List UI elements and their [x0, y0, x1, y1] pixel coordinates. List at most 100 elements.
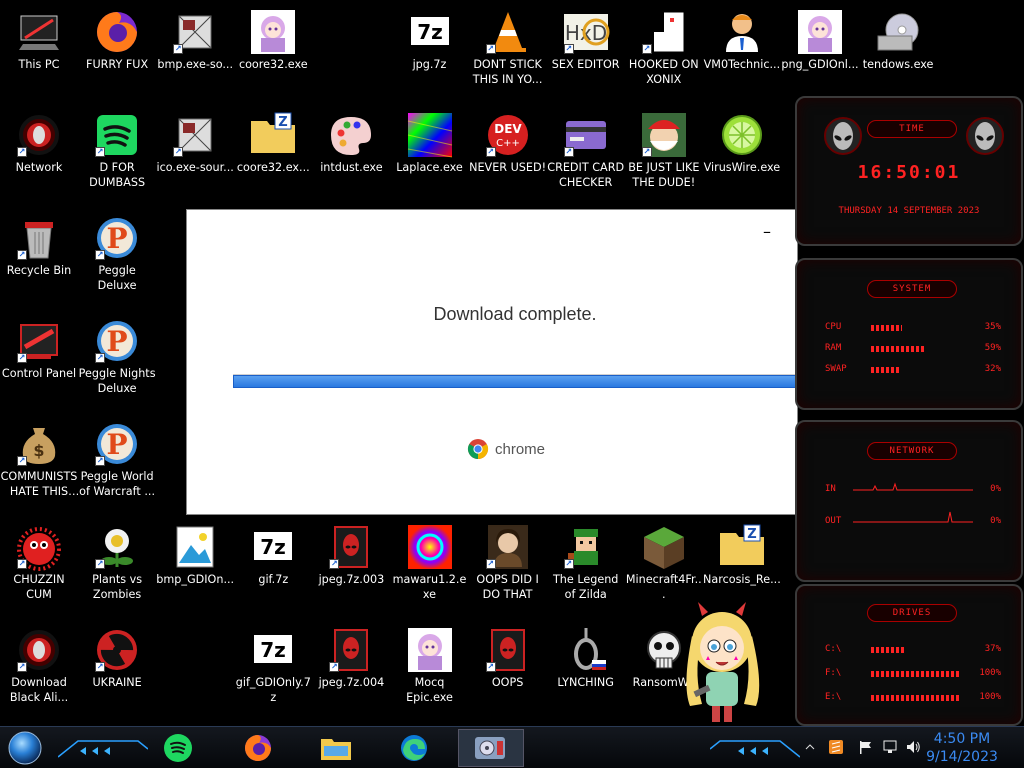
drive-stat-label: C:\	[825, 644, 842, 654]
svg-text:Z: Z	[747, 527, 756, 542]
santa-icon: ↗	[640, 111, 688, 159]
desktop-icon[interactable]: DEV C++ ↗ NEVER USED!	[469, 103, 547, 201]
sublime-icon[interactable]	[828, 739, 844, 755]
desktop-icon[interactable]: Laplace.exe	[391, 103, 469, 201]
shortcut-arrow-icon: ↗	[485, 559, 496, 569]
desktop-icon-label: OOPS	[491, 676, 524, 689]
desktop-icon[interactable]: mawaru1.2.exe	[391, 515, 469, 613]
desktop-icon[interactable]: ↗ jpeg.7z.003	[312, 515, 390, 613]
desktop-icon[interactable]: ↗ CREDIT CARD CHECKER	[547, 103, 625, 201]
start-button[interactable]	[6, 729, 44, 767]
xonix-game-icon: ↗	[640, 8, 688, 56]
rainbow-noise-icon	[406, 111, 454, 159]
desktop-icon[interactable]: 7z jpg.7z	[391, 0, 469, 98]
desktop-icon[interactable]: ↗ ico.exe-sour...	[156, 103, 234, 201]
shortcut-arrow-icon: ↗	[17, 662, 27, 672]
desktop-icon[interactable]: ↗ Control Panel	[0, 309, 78, 407]
taskbar-media-player[interactable]	[458, 729, 524, 767]
desktop-icon[interactable]: ↗ The Legend of Zilda	[547, 515, 625, 613]
shortcut-arrow-icon: ↗	[17, 456, 27, 466]
desktop-icon[interactable]: VM0Technic...	[703, 0, 781, 98]
download-status-text: Download complete.	[433, 304, 597, 324]
system-stat-label: CPU	[825, 322, 842, 332]
alien-head-icon	[966, 117, 1004, 155]
desktop-icon[interactable]: ↗ bmp.exe-so...	[156, 0, 234, 98]
desktop-icon[interactable]: ↗ DONT STICK THIS IN YO...	[469, 0, 547, 98]
desktop-icon[interactable]: ↗ Recycle Bin	[0, 206, 78, 304]
desktop-icon[interactable]: ↗ BE JUST LIKE THE DUDE!	[625, 103, 703, 201]
desktop-icon[interactable]: VirusWire.exe	[703, 103, 781, 201]
tray-chevron-icon[interactable]	[802, 739, 818, 755]
desktop-icon-label: HOOKED ON XONIX	[628, 58, 699, 86]
alienware-file-icon: ↗	[484, 626, 532, 674]
taskbar-clock[interactable]: 4:50 PM 9/14/2023	[922, 727, 1002, 766]
desktop-icon-label: bmp_GDIOn...	[156, 573, 235, 586]
desktop-icon[interactable]: ↗ HOOKED ON XONIX	[625, 0, 703, 98]
taskbar-edge[interactable]	[396, 730, 432, 766]
desktop-icon[interactable]: Zcoore32.ex...	[234, 103, 312, 201]
minimize-button[interactable]: –	[759, 224, 775, 240]
desktop-icon[interactable]: HxD ↗ SEX EDITOR	[547, 0, 625, 98]
desktop-icon[interactable]: intdust.exe	[312, 103, 390, 201]
taskbar-file-explorer[interactable]	[318, 730, 354, 766]
flag-icon[interactable]	[858, 739, 874, 755]
network-in-graph	[853, 482, 973, 491]
desktop-icon-label: COMMUNISTS HATE THIS G...	[0, 470, 78, 498]
firefox-icon	[245, 735, 271, 761]
desktop-icon[interactable]: ↗ jpeg.7z.004	[312, 618, 390, 716]
volume-icon[interactable]	[905, 739, 921, 755]
taskbar-firefox[interactable]	[240, 730, 276, 766]
spotify-icon: ↗	[93, 111, 141, 159]
desktop-icon[interactable]: 7z gif_GDIOnly.7z	[234, 618, 312, 716]
alienware-file-icon: ↗	[327, 626, 375, 674]
desktop-icon[interactable]: bmp_GDIOn...	[156, 515, 234, 613]
desktop-icon[interactable]: P ↗ Peggle Nights Deluxe	[78, 309, 156, 407]
desktop-icon[interactable]: ↗ UKRAINE	[78, 618, 156, 716]
network-orb-icon: ↗	[15, 626, 63, 674]
taskbar-spotify[interactable]	[160, 730, 196, 766]
desktop-icon[interactable]: Mocq Epic.exe	[391, 618, 469, 716]
desktop-icon[interactable]: coore32.exe	[234, 0, 312, 98]
desktop-icon[interactable]: 7z gif.7z	[234, 515, 312, 613]
shortcut-arrow-icon: ↗	[173, 44, 184, 54]
7z-archive-icon: 7z	[406, 8, 454, 56]
desktop-icon-label: FURRY FUX	[86, 58, 149, 71]
download-progress-bar	[233, 374, 799, 388]
system-stat-value: 32%	[984, 364, 1001, 374]
desktop-icon[interactable]: $↗COMMUNISTS HATE THIS G...	[0, 412, 78, 510]
desktop-icon[interactable]: ↗ OOPS DID I DO THAT	[469, 515, 547, 613]
desktop-icon[interactable]: P ↗ Peggle Deluxe	[78, 206, 156, 304]
peggle-icon: P ↗	[93, 214, 141, 262]
desktop-icon[interactable]: ↗ D FOR DUMBASS	[78, 103, 156, 201]
chuzzle-icon: ↗	[15, 523, 63, 571]
minecraft-icon	[640, 523, 688, 571]
network-widget-caption: NETWORK	[867, 442, 957, 460]
radiation-icon: ↗	[93, 626, 141, 674]
desktop-icon[interactable]: P ↗ Peggle World of Warcraft ...	[78, 412, 156, 510]
desktop-icon-label: BE JUST LIKE THE DUDE!	[628, 161, 700, 189]
shortcut-arrow-icon: ↗	[95, 147, 106, 157]
credit-card-icon: ↗	[562, 111, 610, 159]
shortcut-arrow-icon: ↗	[329, 559, 340, 569]
this-pc-icon	[15, 8, 63, 56]
desktop-icon[interactable]: ↗ CHUZZIN CUM	[0, 515, 78, 613]
desktop-icon[interactable]: png_GDIOnl...	[781, 0, 859, 98]
desktop-icon-label: UKRAINE	[92, 676, 142, 689]
desktop-icon-label: Network	[15, 161, 63, 174]
desktop-icon[interactable]: This PC	[0, 0, 78, 98]
desktop-icon[interactable]: tendows.exe	[859, 0, 937, 98]
desktop-icon[interactable]: ↗ OOPS	[469, 618, 547, 716]
desktop-icon-label: VirusWire.exe	[703, 161, 781, 174]
time-widget: TIME 16:50:01 THURSDAY 14 SEPTEMBER 2023	[795, 96, 1023, 246]
anime-girl-icon	[249, 8, 297, 56]
system-stat-bar	[871, 346, 924, 352]
control-panel-icon: ↗	[15, 317, 63, 365]
desktop-icon[interactable]: ↗ Network	[0, 103, 78, 201]
desktop-icon[interactable]: ↗ Download Black Ali...	[0, 618, 78, 716]
desktop-icon-label: Peggle Nights Deluxe	[78, 367, 156, 395]
network-icon[interactable]	[882, 739, 898, 755]
desktop-icon[interactable]: ↗ Plants vs Zombies	[78, 515, 156, 613]
drives-widget: DRIVES C:\ 37% F:\ 100% E:\ 100%	[795, 584, 1023, 726]
desktop-icon[interactable]: FURRY FUX	[78, 0, 156, 98]
desktop-icon[interactable]: LYNCHING	[547, 618, 625, 716]
